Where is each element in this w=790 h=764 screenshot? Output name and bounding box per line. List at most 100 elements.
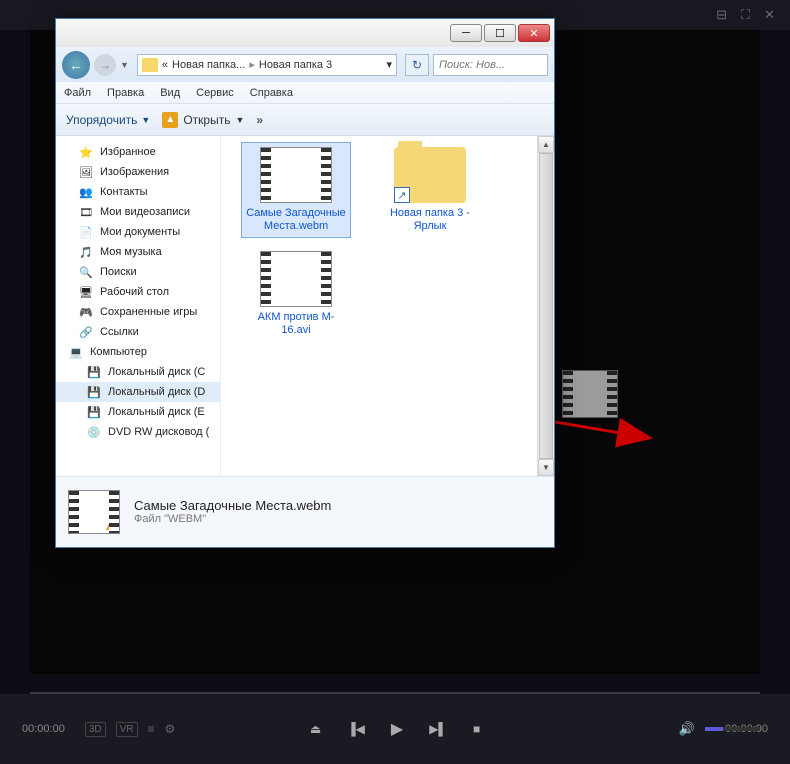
menu-view[interactable]: Вид <box>160 87 180 99</box>
sidebar-item[interactable]: ⭐Избранное <box>56 142 220 162</box>
maximize-button[interactable]: ☐ <box>484 24 516 42</box>
sidebar-item-icon: 💾 <box>86 364 102 380</box>
file-list[interactable]: ▲Самые Загадочные Места.webm ↗ Новая папка… <box>221 136 554 476</box>
forward-button[interactable]: → <box>94 54 116 76</box>
address-dropdown-icon[interactable]: ▾ <box>386 58 392 71</box>
sidebar-item-icon: 🖼 <box>78 164 94 180</box>
open-icon: ▲ <box>162 112 178 128</box>
sidebar-item[interactable]: 💾Локальный диск (D <box>56 382 220 402</box>
sidebar-item-label: Поиски <box>100 266 137 278</box>
sidebar-item-label: Моя музыка <box>100 246 162 258</box>
sidebar-item-label: Рабочий стол <box>100 286 169 298</box>
scroll-up-icon[interactable]: ▲ <box>538 136 554 153</box>
time-elapsed: 00:00:00 <box>22 723 65 735</box>
sidebar-item[interactable]: 💿 DVD RW дисковод ( <box>56 422 220 442</box>
more-button[interactable]: » <box>256 113 263 127</box>
sidebar-item[interactable]: 📄Мои документы <box>56 222 220 242</box>
sidebar-item-label: Изображения <box>100 166 169 178</box>
open-button[interactable]: ▲Открыть ▼ <box>162 112 244 128</box>
address-bar[interactable]: « Новая папка... ▸ Новая папка 3 ▾ <box>137 54 397 76</box>
sidebar-item-label: Мои видеозаписи <box>100 206 190 218</box>
file-label: Новая папка 3 - Ярлык <box>380 207 480 233</box>
history-dropdown-icon[interactable]: ▼ <box>120 60 129 70</box>
sidebar-item[interactable]: 🎮 Сохраненные игры <box>56 302 220 322</box>
close-button[interactable]: ✕ <box>518 24 550 42</box>
player-close-icon[interactable]: ✕ <box>764 7 775 23</box>
sidebar-item-icon: 💻 <box>68 344 84 360</box>
menu-edit[interactable]: Правка <box>107 87 144 99</box>
sidebar-item-label: Сохраненные игры <box>100 306 197 318</box>
playlist-icon[interactable]: ≡ <box>148 722 155 736</box>
sidebar-item-icon: 👥 <box>78 184 94 200</box>
sidebar-item[interactable]: 🎞 Мои видеозаписи <box>56 202 220 222</box>
prev-icon[interactable]: ▐◀ <box>347 722 365 736</box>
menu-bar: Файл Правка Вид Сервис Справка <box>56 82 554 104</box>
badge-icon: ▲ <box>315 186 333 204</box>
sidebar-item[interactable]: 🔍Поиски <box>56 262 220 282</box>
volume-icon[interactable]: 🔊 <box>679 721 695 737</box>
breadcrumb-current[interactable]: Новая папка 3 <box>259 59 332 71</box>
sidebar-item[interactable]: 🎵 Моя музыка <box>56 242 220 262</box>
file-item[interactable]: ↗ Новая папка 3 - Ярлык <box>375 142 485 238</box>
back-button[interactable]: ← <box>62 51 90 79</box>
sidebar-item-label: DVD RW дисковод ( <box>108 426 209 438</box>
sidebar-item-icon: 💿 <box>86 424 102 440</box>
stop-icon[interactable]: ■ <box>473 722 480 736</box>
command-bar: Упорядочить ▼ ▲Открыть ▼ » <box>56 104 554 136</box>
file-item[interactable]: ▲Самые Загадочные Места.webm <box>241 142 351 238</box>
player-expand-icon[interactable]: ⛶ <box>741 7 750 23</box>
search-input[interactable] <box>439 59 542 71</box>
scrollbar[interactable]: ▲ ▼ <box>537 136 554 476</box>
details-thumbnail: ▲ <box>68 490 120 534</box>
shortcut-arrow-icon: ↗ <box>394 187 410 203</box>
sidebar-item[interactable]: 👥Контакты <box>56 182 220 202</box>
volume-slider[interactable] <box>705 727 760 731</box>
sidebar-item[interactable]: 💻 Компьютер <box>56 342 220 362</box>
play-icon[interactable]: ▶ <box>391 719 403 739</box>
sidebar-item-icon: 🔗 <box>78 324 94 340</box>
minimize-button[interactable]: ─ <box>450 24 482 42</box>
video-thumbnail-icon <box>260 251 332 307</box>
sidebar-item-icon: 🎵 <box>78 244 94 260</box>
details-filename: Самые Загадочные Места.webm <box>134 498 331 513</box>
breadcrumb-parent[interactable]: Новая папка... <box>172 59 245 71</box>
organize-button[interactable]: Упорядочить ▼ <box>66 113 150 127</box>
sidebar-item-icon: ⭐ <box>78 144 94 160</box>
settings-icon[interactable]: ⚙ <box>165 722 176 736</box>
badge-icon: ▲ <box>103 517 121 535</box>
menu-file[interactable]: Файл <box>64 87 91 99</box>
sidebar-item-label: Локальный диск (E <box>108 406 205 418</box>
details-filetype: Файл "WEBM" <box>134 513 331 525</box>
sidebar-item-label: Локальный диск (D <box>108 386 205 398</box>
folder-icon <box>142 58 158 72</box>
sidebar-item[interactable]: 🖥 Рабочий стол <box>56 282 220 302</box>
search-box[interactable] <box>433 54 548 76</box>
sidebar-item-icon: 📄 <box>78 224 94 240</box>
sidebar-item[interactable]: 🖼 Изображения <box>56 162 220 182</box>
menu-help[interactable]: Справка <box>250 87 293 99</box>
sidebar-item-icon: 🎮 <box>78 304 94 320</box>
menu-tools[interactable]: Сервис <box>196 87 234 99</box>
navigation-pane: ⭐Избранное 🖼 Изображения 👥Контакты 🎞 Мои виде… <box>56 136 221 476</box>
next-icon[interactable]: ▶▌ <box>429 722 447 736</box>
video-thumbnail-icon: ▲ <box>260 147 332 203</box>
sidebar-item-icon: 🖥 <box>78 284 94 300</box>
eject-icon[interactable]: ⏏ <box>310 722 321 736</box>
player-compact-icon[interactable]: ⊟ <box>716 7 727 23</box>
3d-button[interactable]: 3D <box>85 722 106 737</box>
sidebar-item-icon: 🎞 <box>78 204 94 220</box>
sidebar-item[interactable]: 💾 Локальный диск (E <box>56 402 220 422</box>
navigation-bar: ← → ▼ « Новая папка... ▸ Новая папка 3 ▾… <box>56 47 554 82</box>
sidebar-item-label: Компьютер <box>90 346 147 358</box>
folder-thumbnail-icon: ↗ <box>394 147 466 203</box>
vr-button[interactable]: VR <box>116 722 138 737</box>
sidebar-item-label: Ссылки <box>100 326 139 338</box>
sidebar-item[interactable]: 🔗 Ссылки <box>56 322 220 342</box>
sidebar-item-icon: 💾 <box>86 404 102 420</box>
scroll-thumb[interactable] <box>539 153 553 459</box>
sidebar-item[interactable]: 💾Локальный диск (C <box>56 362 220 382</box>
scroll-down-icon[interactable]: ▼ <box>538 459 554 476</box>
file-item[interactable]: АКМ против M-16.avi <box>241 246 351 342</box>
window-titlebar[interactable]: ─ ☐ ✕ <box>56 19 554 47</box>
refresh-button[interactable]: ↻ <box>405 54 429 76</box>
